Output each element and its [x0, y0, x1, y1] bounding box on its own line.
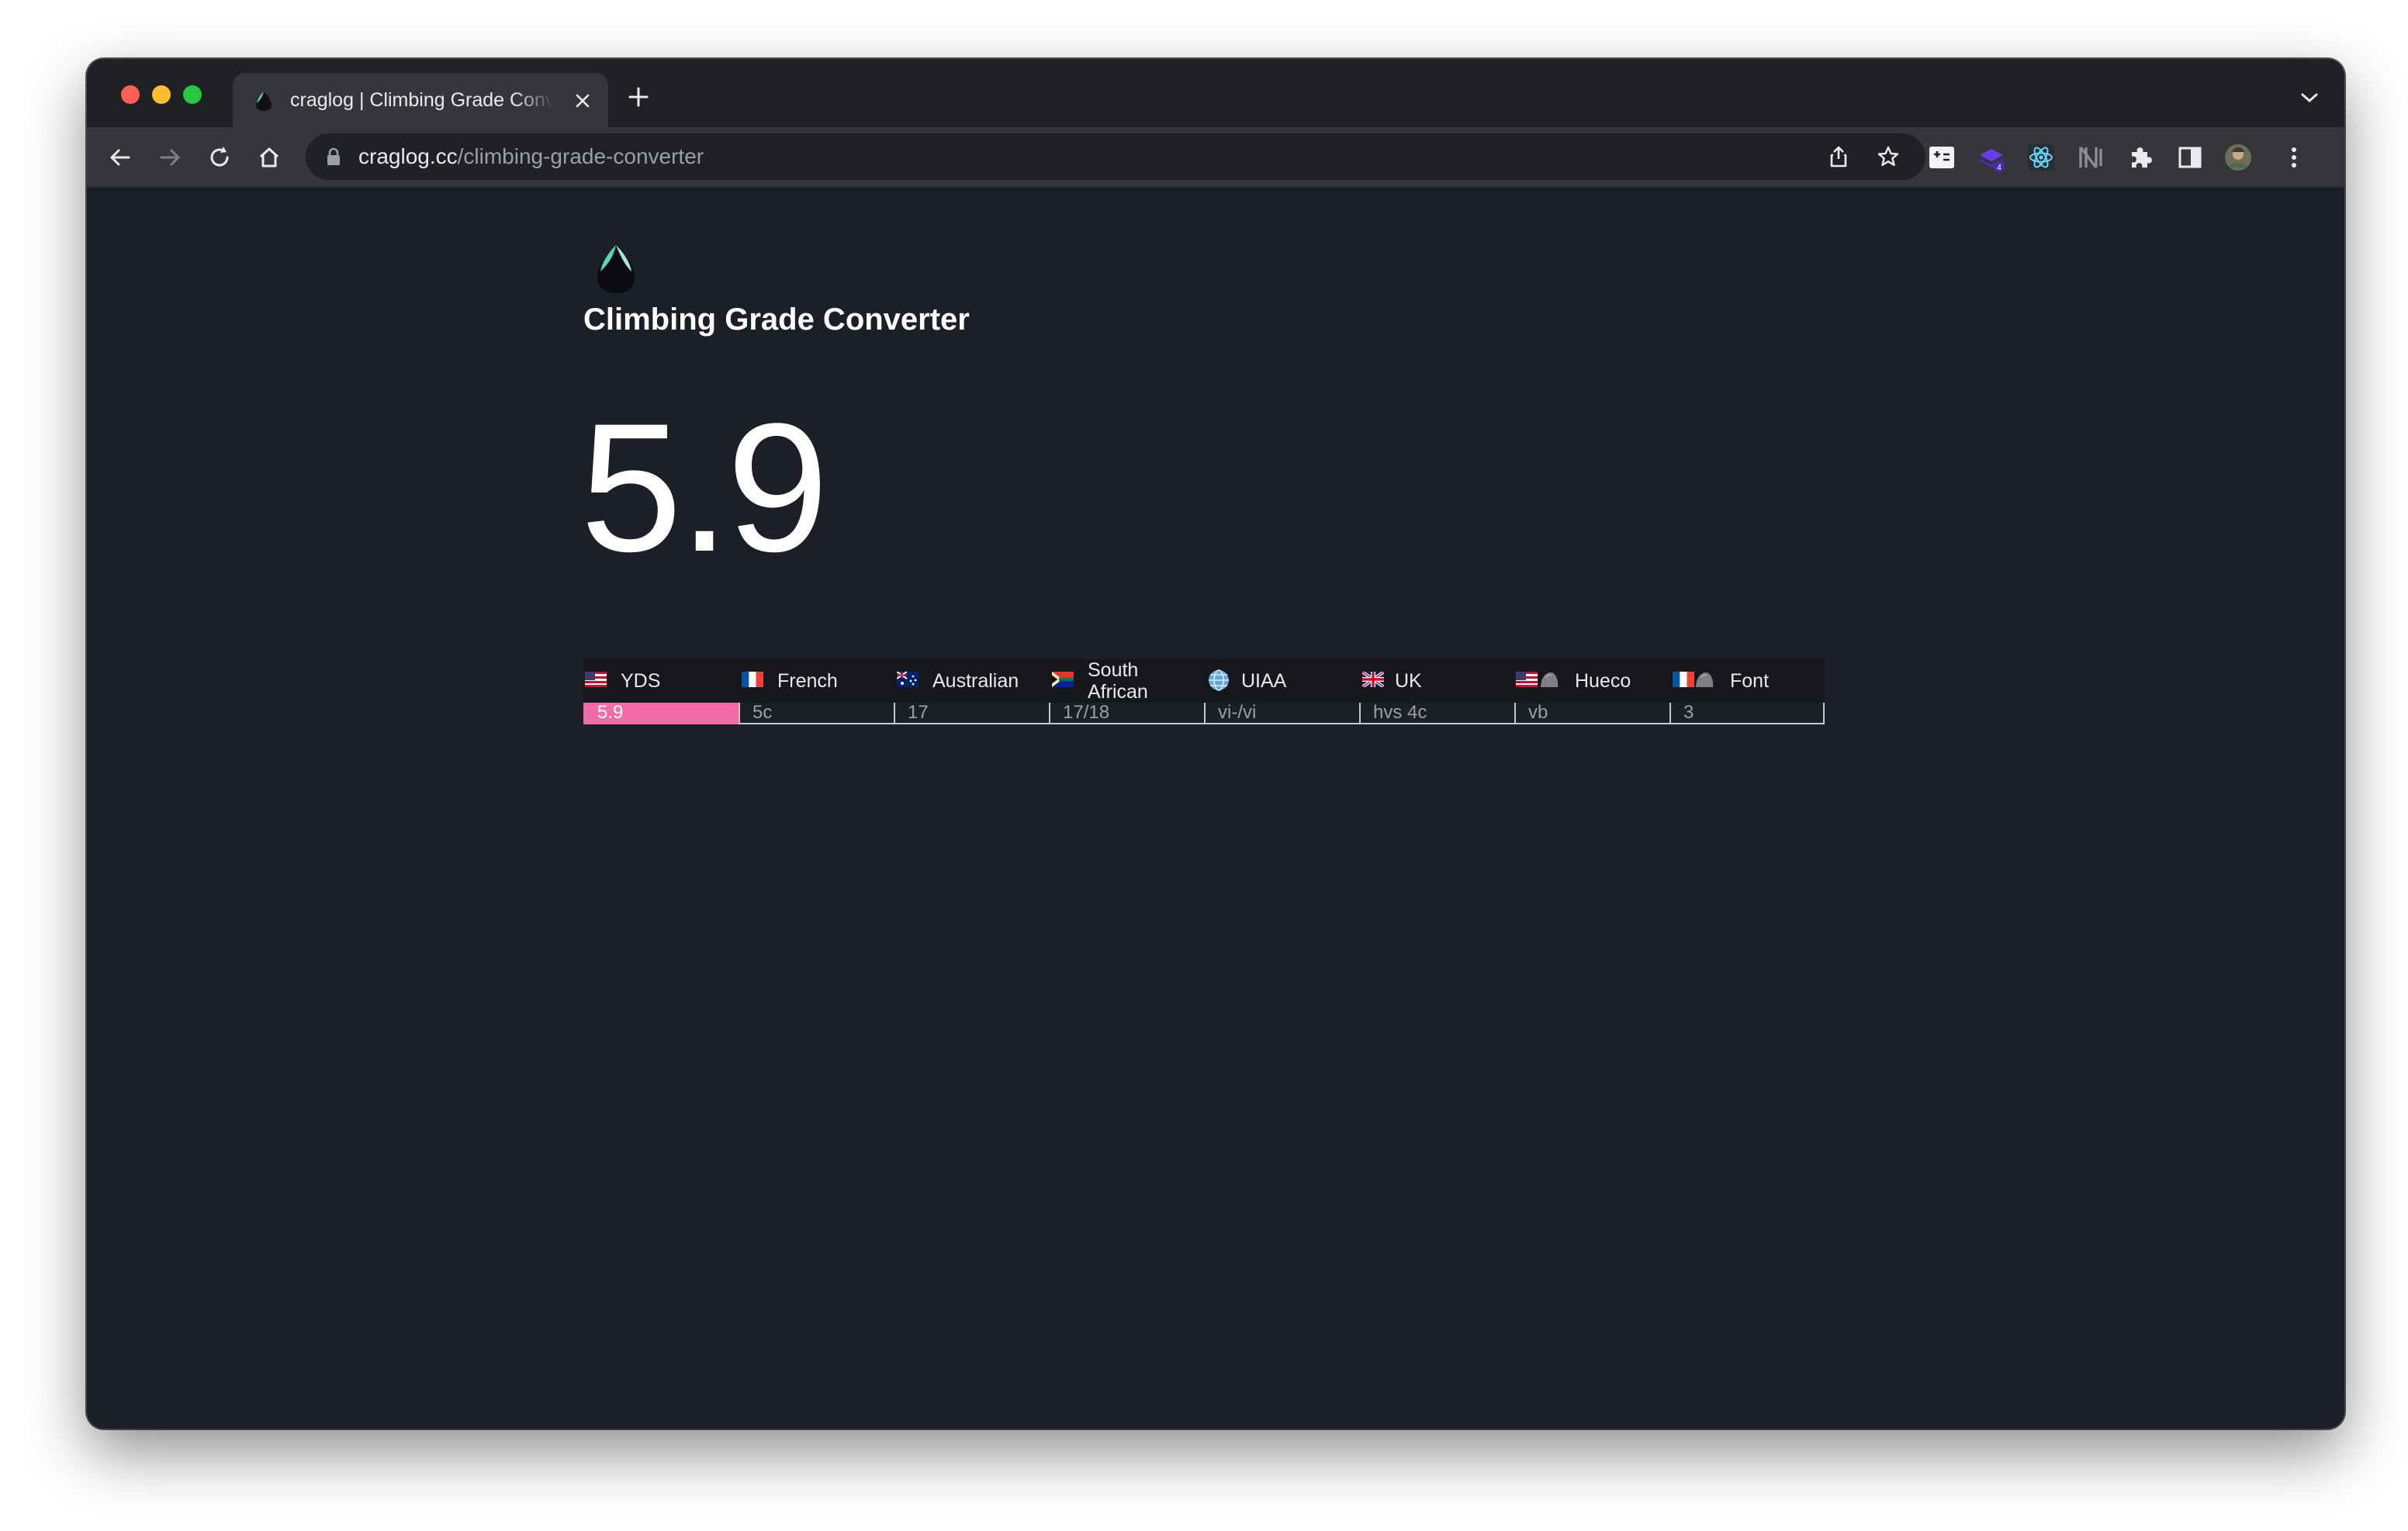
grade-system-name: UIAA [1241, 670, 1287, 692]
fr-flag-icon [1673, 672, 1694, 687]
grade-system-name: YDS [621, 670, 661, 692]
grade-value-cell[interactable]: 17 [894, 703, 1049, 724]
fr-flag-icon [742, 672, 763, 687]
minimize-window-button[interactable] [152, 85, 171, 104]
grade-system-name: UK [1395, 670, 1422, 692]
craglog-favicon-icon [256, 92, 272, 111]
grade-column-french[interactable]: French 5c [739, 659, 894, 729]
tab-strip: craglog | Climbing Grade Converter [87, 59, 2344, 127]
grade-system-header: South African [1049, 659, 1204, 703]
grade-column-font[interactable]: Font 3 [1669, 659, 1825, 729]
address-bar[interactable]: craglog.cc/climbing-grade-converter [306, 133, 1925, 180]
share-icon[interactable] [1826, 144, 1851, 169]
grade-system-name: Font [1730, 670, 1770, 692]
grade-column-uk[interactable]: UK hvs 4c [1359, 659, 1514, 729]
grade-system-header: UK [1359, 659, 1514, 703]
back-arrow-icon[interactable] [107, 144, 133, 171]
forward-arrow-icon[interactable] [157, 144, 183, 171]
browser-window: craglog | Climbing Grade Converter [87, 59, 2344, 1429]
browser-toolbar: craglog.cc/climbing-grade-converter 4 [87, 127, 2344, 188]
url-path: /climbing-grade-converter [457, 144, 704, 168]
us-flag-icon [585, 672, 607, 687]
profile-avatar[interactable] [2223, 143, 2253, 172]
react-devtools-icon[interactable] [2026, 143, 2056, 172]
url-host: craglog.cc [358, 144, 458, 168]
tab-close-icon[interactable] [573, 91, 593, 111]
stacks-extension-icon[interactable]: 4 [1977, 143, 2006, 172]
extension-badge-count: 4 [1997, 164, 2001, 172]
new-tab-icon[interactable] [627, 85, 650, 109]
bookmark-star-icon[interactable] [1876, 144, 1901, 169]
grade-value-cell[interactable]: hvs 4c [1359, 703, 1514, 724]
boulder-icon [1696, 672, 1714, 687]
grade-system-name: French [777, 670, 838, 692]
grade-system-header: YDS [583, 659, 739, 703]
selected-grade-display: 5.9 [580, 385, 829, 590]
grade-system-name: Australian [932, 670, 1019, 692]
grade-system-header: French [739, 659, 894, 703]
maximize-window-button[interactable] [183, 85, 202, 104]
more-options-icon[interactable] [2279, 143, 2309, 172]
au-flag-icon [897, 672, 919, 687]
side-panel-icon[interactable] [2175, 143, 2205, 172]
boulder-icon [1541, 672, 1559, 687]
tab-search-chevron-icon[interactable] [2299, 90, 2320, 105]
craglog-logo[interactable] [593, 244, 639, 295]
grade-value-cell[interactable]: 3 [1669, 703, 1825, 724]
grade-value-cell[interactable]: 5c [739, 703, 894, 724]
grade-value-cell[interactable]: vb [1514, 703, 1669, 724]
grade-column-hueco[interactable]: Hueco vb [1514, 659, 1669, 729]
reload-icon[interactable] [206, 144, 233, 171]
grade-system-header: Hueco [1514, 659, 1669, 703]
extensions-puzzle-icon[interactable] [2126, 143, 2155, 172]
us-flag-icon [1516, 672, 1538, 687]
grade-value-cell[interactable]: 17/18 [1049, 703, 1204, 724]
grade-value-cell[interactable]: 5.9 [583, 703, 739, 724]
screenshot-extension-icon[interactable] [1927, 143, 1956, 172]
grade-system-header: UIAA [1204, 659, 1359, 703]
grade-column-yds[interactable]: YDS 5.9 [583, 659, 739, 729]
globe-icon [1209, 669, 1229, 691]
grade-system-header: Australian [894, 659, 1049, 703]
grade-value-cell[interactable]: vi-/vi [1204, 703, 1359, 724]
close-window-button[interactable] [121, 85, 140, 104]
uk-flag-icon [1362, 672, 1384, 687]
grade-system-name: Hueco [1575, 670, 1631, 692]
grade-column-australian[interactable]: Australian 17 [894, 659, 1049, 729]
notion-extension-icon[interactable] [2076, 143, 2105, 172]
home-icon[interactable] [256, 144, 282, 171]
tab-title: craglog | Climbing Grade Converter [290, 89, 554, 111]
page-title: Climbing Grade Converter [583, 302, 970, 337]
za-flag-icon [1052, 672, 1074, 687]
grade-conversion-table: YDS 5.9 French 5c Australian 17 South Af… [583, 659, 1825, 729]
lock-icon[interactable] [326, 147, 341, 166]
active-tab[interactable]: craglog | Climbing Grade Converter [233, 73, 608, 127]
url-text[interactable]: craglog.cc/climbing-grade-converter [358, 143, 704, 170]
grade-column-uiaa[interactable]: UIAA vi-/vi [1204, 659, 1359, 729]
grade-system-header: Font [1669, 659, 1825, 703]
grade-system-name: South African [1088, 659, 1148, 703]
page-content: Climbing Grade Converter 5.9 YDS 5.9 Fre… [87, 188, 2344, 1429]
grade-column-south-african[interactable]: South African 17/18 [1049, 659, 1204, 729]
